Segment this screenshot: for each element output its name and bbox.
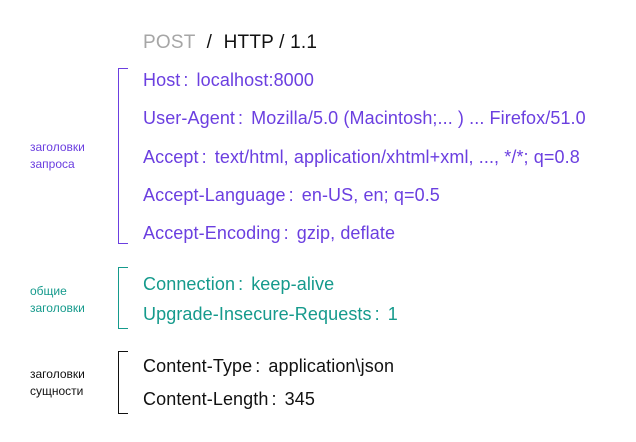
header-connection: Connection: keep-alive xyxy=(143,274,335,294)
header-name: Accept-Encoding xyxy=(143,223,281,243)
header-name: Accept-Language xyxy=(143,185,286,205)
header-name: Content-Type xyxy=(143,356,253,376)
http-version: HTTP / 1.1 xyxy=(223,32,318,53)
header-value: 1 xyxy=(387,304,398,324)
header-value: keep-alive xyxy=(251,274,335,294)
header-content-type: Content-Type: application\json xyxy=(143,356,395,376)
http-method: POST xyxy=(143,32,196,53)
header-accept: Accept: text/html, application/xhtml+xml,… xyxy=(143,147,580,167)
header-upgrade-insecure-requests: Upgrade-Insecure-Requests:1 xyxy=(143,304,398,324)
header-value: gzip, deflate xyxy=(296,223,396,243)
header-value: text/html, application/xhtml+xml, ..., *… xyxy=(214,147,580,167)
entity-headers-bracket xyxy=(118,351,128,414)
request-line: POST / HTTP / 1.1 xyxy=(143,32,317,54)
header-name: Upgrade-Insecure-Requests xyxy=(143,304,372,324)
header-value: 345 xyxy=(284,389,315,409)
header-name: Accept xyxy=(143,147,199,167)
header-name: Connection xyxy=(143,274,236,294)
header-name: Content-Length xyxy=(143,389,269,409)
request-headers-label: заголовки запроса xyxy=(30,140,85,171)
header-accept-encoding: Accept-Encoding: gzip, deflate xyxy=(143,223,396,243)
header-value: Mozilla/5.0 (Macintosh;... ) ... Firefox… xyxy=(251,108,586,128)
header-value: localhost:8000 xyxy=(196,70,315,90)
header-value: application\json xyxy=(268,356,395,376)
header-user-agent: User-Agent: Mozilla/5.0 (Macintosh;... ) … xyxy=(143,108,586,128)
general-headers-label: общие заголовки xyxy=(30,284,85,315)
header-name: Host xyxy=(143,70,181,90)
header-value: en-US, en; q=0.5 xyxy=(301,185,440,205)
request-path: / xyxy=(206,32,213,53)
header-host: Host: localhost:8000 xyxy=(143,70,315,90)
header-content-length: Content-Length:345 xyxy=(143,389,315,409)
request-headers-bracket xyxy=(118,68,128,244)
header-name: User-Agent xyxy=(143,108,236,128)
general-headers-bracket xyxy=(118,267,128,329)
entity-headers-label: заголовки сущности xyxy=(30,367,85,398)
header-accept-language: Accept-Language: en-US, en; q=0.5 xyxy=(143,185,440,205)
